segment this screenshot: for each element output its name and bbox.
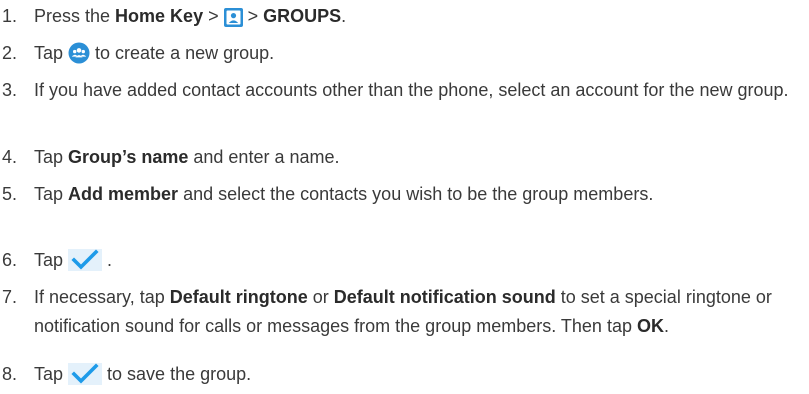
step-text-segment: . [663, 315, 669, 336]
step-text-segment: Tap [34, 43, 69, 63]
step-text-segment: Tap [34, 250, 69, 270]
new-group-icon [68, 42, 90, 64]
step-text-segment: > [203, 6, 224, 26]
add-member-label: Add member [68, 184, 179, 204]
step-text: Tap to create a new group. [34, 39, 803, 68]
step-text-segment: and select the contacts you wish to be t… [178, 184, 654, 204]
step-number: 2. [2, 43, 18, 63]
home-key-label: Home Key [115, 6, 204, 26]
step-text-segment: . [102, 250, 113, 270]
step-text-segment: If necessary, tap [34, 287, 170, 307]
groups-label: GROUPS [263, 6, 342, 26]
default-notification-sound-label: Default notification sound [333, 287, 556, 307]
checkmark-icon [68, 249, 103, 271]
step-number: 7. [2, 287, 18, 307]
step-text-segment: to create a new group. [90, 43, 275, 63]
step-text: Tap Group’s name and enter a name. [34, 143, 803, 172]
step-text-segment: and enter a name. [188, 147, 340, 167]
step-text: Tap Add member and select the contacts y… [34, 180, 803, 209]
step-number: 3. [2, 80, 18, 100]
step-text: Tap to save the group. [34, 360, 803, 389]
default-ringtone-label: Default ringtone [169, 287, 308, 307]
step-text-segment: Tap [34, 364, 69, 384]
step-text: If you have added contact accounts other… [34, 80, 789, 100]
step-text-segment: Tap [34, 147, 69, 167]
step-text-segment: or [307, 287, 334, 307]
checkmark-icon [68, 363, 103, 385]
group-name-label: Group’s name [68, 147, 189, 167]
step-number: 8. [2, 364, 18, 384]
step-number: 6. [2, 250, 18, 270]
step-text-segment: > [242, 6, 264, 26]
contacts-app-icon [223, 8, 243, 27]
ok-label: OK [636, 315, 664, 336]
step-text: Press the Home Key > > GROUPS. [34, 2, 803, 31]
step-text-segment: Press the [34, 6, 116, 26]
step-text-segment: Tap [34, 184, 69, 204]
step-text-segment: to save the group. [102, 364, 252, 384]
step-number: 4. [2, 147, 18, 167]
step-number: 5. [2, 184, 18, 204]
step-text-segment: . [341, 6, 347, 26]
step-number: 1. [2, 6, 18, 26]
step-text: If necessary, tap Default ringtone or De… [34, 283, 803, 340]
step-text: Tap . [34, 246, 803, 275]
